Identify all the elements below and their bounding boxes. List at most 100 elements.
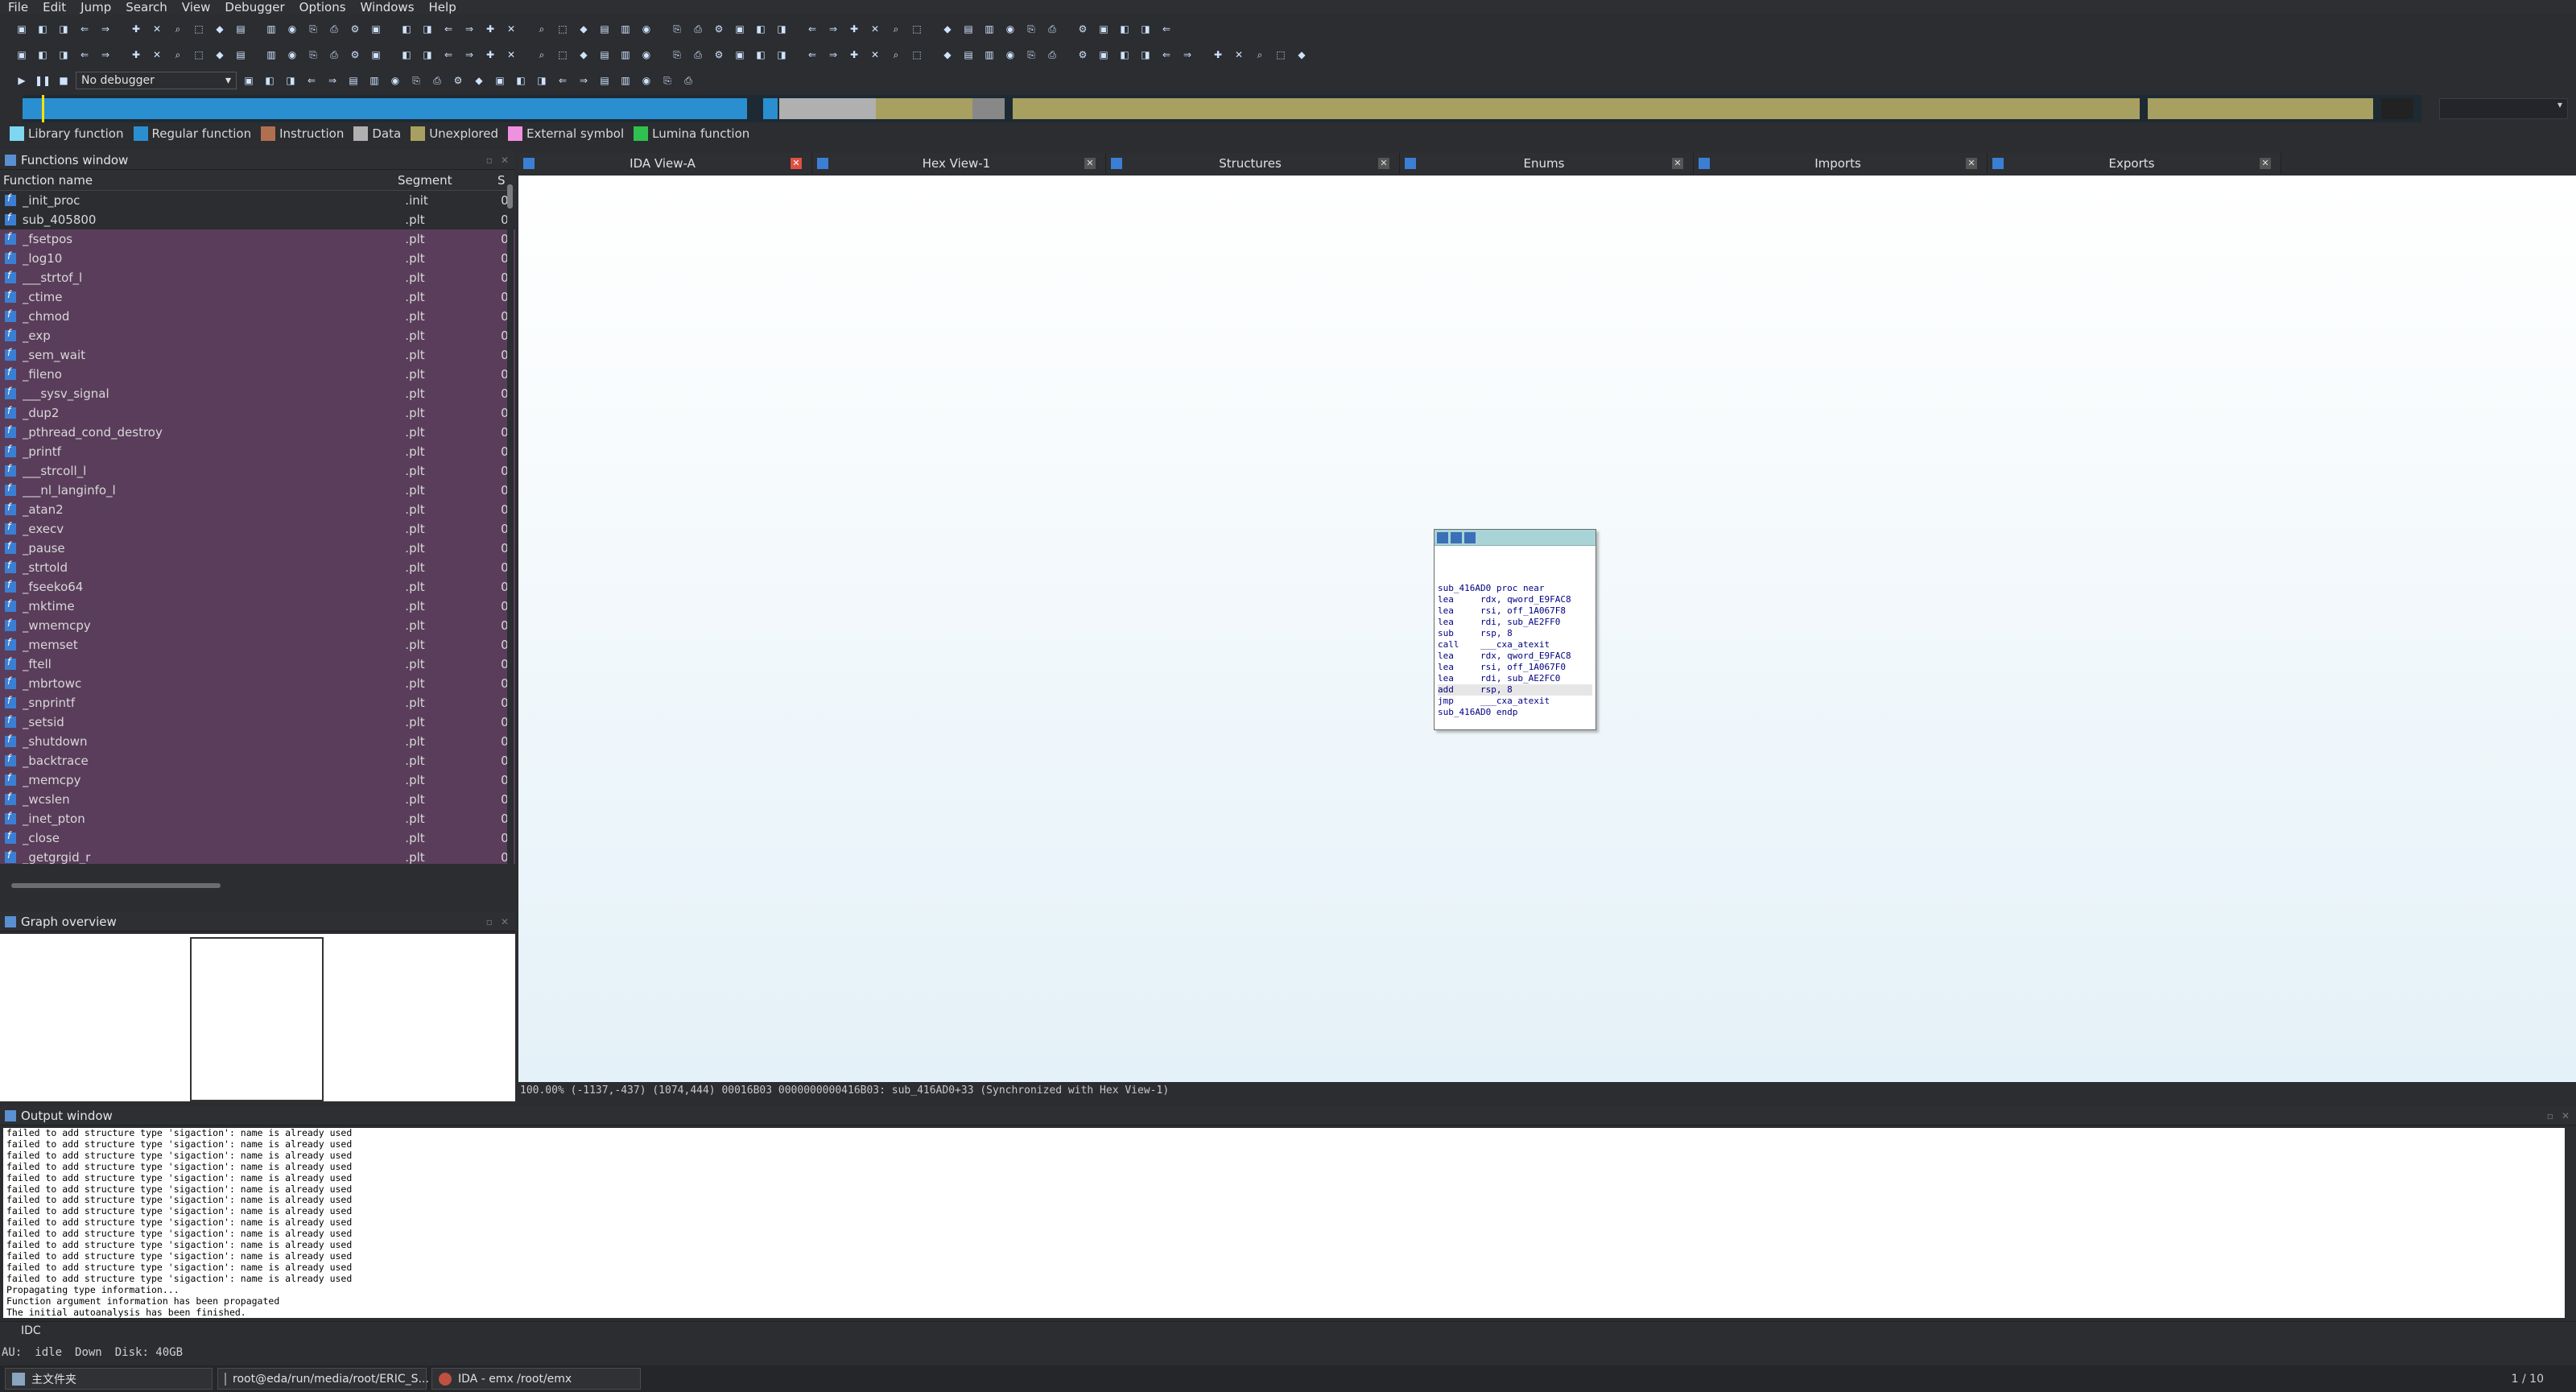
row3-tool-icon-18[interactable]: ▤ — [596, 72, 613, 89]
tab-structures[interactable]: Structures ✕ — [1106, 153, 1400, 174]
row2-tool-icon-37[interactable]: ⇒ — [824, 46, 842, 64]
row2-tool-icon-8[interactable]: ⌕ — [169, 46, 187, 64]
row2-tool-icon-2[interactable]: ◧ — [34, 46, 52, 64]
close-icon[interactable]: ✕ — [2562, 1110, 2570, 1121]
function-row[interactable]: _exp.plt0 — [0, 326, 515, 345]
row1-tool-icon-52[interactable]: ⇐ — [1158, 20, 1175, 38]
row1-tool-icon-17[interactable]: ▣ — [367, 20, 385, 38]
row3-tool-icon-10[interactable]: ⎙ — [428, 72, 446, 89]
row2-tool-icon-55[interactable]: ✕ — [1230, 46, 1248, 64]
row1-tool-icon-19[interactable]: ◨ — [419, 20, 436, 38]
proc-end-line[interactable]: sub_416AD0 endp — [1438, 707, 1592, 718]
row1-tool-icon-46[interactable]: ⎘ — [1022, 20, 1040, 38]
close-icon[interactable]: ✕ — [501, 155, 509, 166]
function-row[interactable]: _log10.plt0 — [0, 249, 515, 268]
instruction-line[interactable]: lea rdi, sub_AE2FC0 — [1438, 673, 1592, 684]
row1-tool-icon-45[interactable]: ◉ — [1001, 20, 1019, 38]
row3-tool-icon-11[interactable]: ⚙ — [449, 72, 467, 89]
row2-tool-icon-20[interactable]: ⇐ — [440, 46, 457, 64]
row1-tool-icon-16[interactable]: ⚙ — [346, 20, 364, 38]
function-row[interactable]: _execv.plt0 — [0, 519, 515, 539]
row1-tool-icon-2[interactable]: ◧ — [34, 20, 52, 38]
row2-tool-icon-39[interactable]: ✕ — [866, 46, 884, 64]
row2-tool-icon-35[interactable]: ◨ — [773, 46, 791, 64]
taskbar-item-terminal[interactable]: root@eda/run/media/root/ERIC_S... — [217, 1368, 429, 1390]
close-icon[interactable]: ✕ — [1084, 158, 1096, 169]
row2-tool-icon-58[interactable]: ◆ — [1293, 46, 1311, 64]
menu-jump[interactable]: Jump — [80, 0, 111, 14]
function-row[interactable]: _mktime.plt0 — [0, 597, 515, 616]
close-icon[interactable]: ✕ — [501, 916, 509, 927]
row2-tool-icon-51[interactable]: ◨ — [1137, 46, 1154, 64]
row2-tool-icon-34[interactable]: ◧ — [752, 46, 770, 64]
row3-tool-icon-16[interactable]: ⇐ — [554, 72, 572, 89]
function-row[interactable]: _backtrace.plt0 — [0, 751, 515, 770]
row2-tool-icon-54[interactable]: ✚ — [1209, 46, 1227, 64]
function-row[interactable]: _chmod.plt0 — [0, 307, 515, 326]
row2-tool-icon-15[interactable]: ⎙ — [325, 46, 343, 64]
row1-tool-icon-43[interactable]: ▤ — [960, 20, 977, 38]
instruction-line[interactable]: jmp ___cxa_atexit — [1438, 696, 1592, 707]
instruction-line[interactable]: call ___cxa_atexit — [1438, 639, 1592, 651]
row1-tool-icon-44[interactable]: ▥ — [980, 20, 998, 38]
row3-tool-icon-15[interactable]: ◨ — [533, 72, 551, 89]
row2-tool-icon-4[interactable]: ⇐ — [76, 46, 93, 64]
row2-tool-icon-38[interactable]: ✚ — [845, 46, 863, 64]
function-row[interactable]: ___sysv_signal.plt0 — [0, 384, 515, 403]
function-row[interactable]: _init_proc.init0 — [0, 191, 515, 210]
row2-tool-icon-16[interactable]: ⚙ — [346, 46, 364, 64]
instruction-line[interactable]: sub rsp, 8 — [1438, 628, 1592, 639]
row2-tool-icon-50[interactable]: ◧ — [1116, 46, 1133, 64]
tab-exports[interactable]: Exports ✕ — [1988, 153, 2281, 174]
taskbar-item-ida[interactable]: IDA - emx /root/emx — [431, 1368, 641, 1390]
row1-tool-icon-12[interactable]: ▥ — [262, 20, 280, 38]
function-row[interactable]: ___nl_langinfo_l.plt0 — [0, 481, 515, 500]
row2-tool-icon-49[interactable]: ▣ — [1095, 46, 1113, 64]
row1-tool-icon-36[interactable]: ⇐ — [803, 20, 821, 38]
row1-tool-icon-38[interactable]: ✚ — [845, 20, 863, 38]
function-row[interactable]: _wmemcpy.plt0 — [0, 616, 515, 635]
row1-tool-icon-7[interactable]: ✕ — [148, 20, 166, 38]
row2-tool-icon-14[interactable]: ⎘ — [304, 46, 322, 64]
graph-node-sub_416AD0[interactable]: sub_416AD0 proc near lea rdx, qword_E9FAC… — [1434, 529, 1596, 730]
row2-tool-icon-57[interactable]: ⬚ — [1272, 46, 1290, 64]
row3-tool-icon-19[interactable]: ▥ — [617, 72, 634, 89]
close-icon[interactable]: ✕ — [1378, 158, 1389, 169]
row1-tool-icon-35[interactable]: ◨ — [773, 20, 791, 38]
row3-tool-icon-17[interactable]: ⇒ — [575, 72, 592, 89]
row1-tool-icon-40[interactable]: ⌕ — [887, 20, 905, 38]
function-row[interactable]: _printf.plt0 — [0, 442, 515, 461]
row1-tool-icon-4[interactable]: ⇐ — [76, 20, 93, 38]
row3-tool-icon-6[interactable]: ▤ — [345, 72, 362, 89]
function-row[interactable]: _ftell.plt0 — [0, 655, 515, 674]
function-row[interactable]: _dup2.plt0 — [0, 403, 515, 423]
row1-tool-icon-24[interactable]: ⌕ — [533, 20, 551, 38]
row1-tool-icon-39[interactable]: ✕ — [866, 20, 884, 38]
row1-tool-icon-15[interactable]: ⎙ — [325, 20, 343, 38]
function-row[interactable]: _fileno.plt0 — [0, 365, 515, 384]
function-row[interactable]: _memcpy.plt0 — [0, 770, 515, 790]
menu-edit[interactable]: Edit — [43, 0, 66, 14]
row3-tool-icon-2[interactable]: ◧ — [261, 72, 279, 89]
row2-tool-icon-5[interactable]: ⇒ — [97, 46, 114, 64]
row2-tool-icon-21[interactable]: ⇒ — [460, 46, 478, 64]
row1-tool-icon-49[interactable]: ▣ — [1095, 20, 1113, 38]
row1-tool-icon-34[interactable]: ◧ — [752, 20, 770, 38]
row3-tool-icon-13[interactable]: ▣ — [491, 72, 509, 89]
row1-tool-icon-28[interactable]: ▥ — [617, 20, 634, 38]
row1-tool-icon-50[interactable]: ◧ — [1116, 20, 1133, 38]
idc-label[interactable]: IDC — [21, 1324, 41, 1337]
float-icon[interactable]: ▫ — [486, 916, 493, 927]
close-icon[interactable]: ✕ — [2260, 158, 2271, 169]
debug-run-icon[interactable]: ▶ — [13, 72, 31, 89]
row2-tool-icon-17[interactable]: ▣ — [367, 46, 385, 64]
function-row[interactable]: _strtold.plt0 — [0, 558, 515, 577]
proc-start-line[interactable]: sub_416AD0 proc near — [1438, 583, 1592, 594]
function-row[interactable]: ___strcoll_l.plt0 — [0, 461, 515, 481]
function-row[interactable]: _shutdown.plt0 — [0, 732, 515, 751]
row1-tool-icon-20[interactable]: ⇐ — [440, 20, 457, 38]
row1-tool-icon-18[interactable]: ◧ — [398, 20, 415, 38]
row2-tool-icon-24[interactable]: ⌕ — [533, 46, 551, 64]
row1-tool-icon-22[interactable]: ✚ — [481, 20, 499, 38]
row2-tool-icon-13[interactable]: ◉ — [283, 46, 301, 64]
